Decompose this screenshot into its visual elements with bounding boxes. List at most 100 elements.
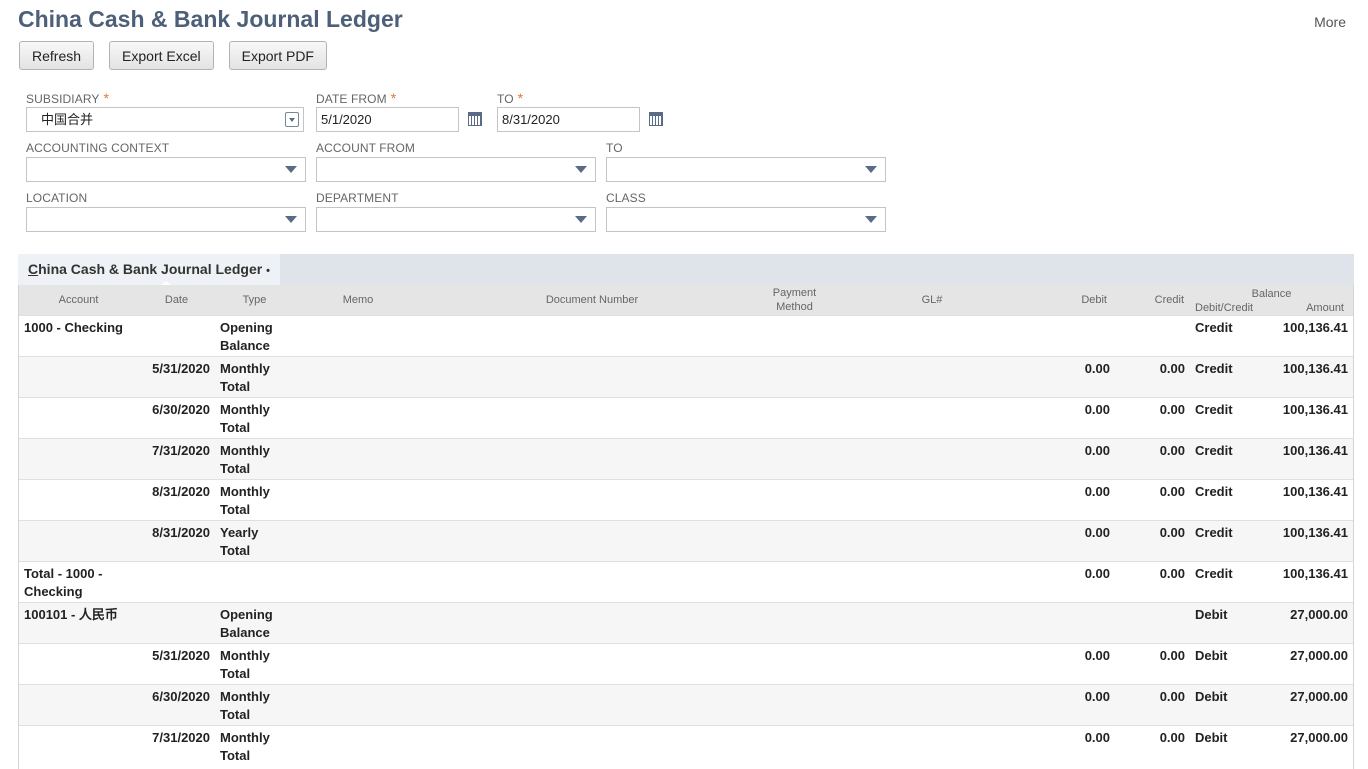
cell-debit-credit: Credit bbox=[1190, 561, 1260, 603]
cell-debit: 0.00 bbox=[1037, 438, 1115, 480]
cell-amount: 100,136.41 bbox=[1260, 356, 1353, 398]
cell-credit: 0.00 bbox=[1115, 479, 1190, 521]
table-row: 7/31/2020 Monthly Total 0.00 0.00 Debit 27,00… bbox=[19, 725, 1353, 767]
cell-document-number bbox=[422, 397, 762, 439]
accounting-context-field: ACCOUNTING CONTEXT bbox=[26, 140, 306, 182]
cell-amount: 100,136.41 bbox=[1260, 397, 1353, 439]
cell-gl bbox=[827, 684, 1037, 726]
more-link[interactable]: More bbox=[1314, 14, 1346, 30]
tab-china-cash-bank-journal-ledger[interactable]: China Cash & Bank Journal Ledger • bbox=[18, 254, 280, 285]
col-gl[interactable]: GL# bbox=[827, 285, 1037, 316]
cell-type: Opening Balance bbox=[215, 315, 294, 357]
cell-payment-method bbox=[762, 479, 827, 521]
cell-document-number bbox=[422, 520, 762, 562]
chevron-down-icon bbox=[575, 166, 587, 173]
class-field: CLASS bbox=[606, 190, 886, 232]
cell-date: 5/31/2020 bbox=[138, 643, 215, 685]
cell-amount: 100,136.41 bbox=[1260, 561, 1353, 603]
cell-account bbox=[19, 684, 138, 726]
date-to-input[interactable]: 8/31/2020 bbox=[497, 107, 640, 132]
cell-memo bbox=[294, 315, 422, 357]
col-balance: Balance Debit/Credit Amount bbox=[1190, 285, 1353, 316]
col-balance-debit-credit[interactable]: Debit/Credit bbox=[1193, 301, 1253, 315]
cell-gl bbox=[827, 479, 1037, 521]
cell-credit: 0.00 bbox=[1115, 520, 1190, 562]
date-from-input[interactable]: 5/1/2020 bbox=[316, 107, 459, 132]
cell-debit: 0.00 bbox=[1037, 561, 1115, 603]
refresh-button[interactable]: Refresh bbox=[19, 41, 95, 70]
department-label: DEPARTMENT bbox=[316, 191, 399, 205]
popup-picker-icon[interactable] bbox=[285, 112, 299, 127]
chevron-down-icon bbox=[285, 166, 297, 173]
cell-account bbox=[19, 356, 138, 398]
cell-document-number bbox=[422, 315, 762, 357]
cell-amount: 100,136.41 bbox=[1260, 520, 1353, 562]
cell-debit: 0.00 bbox=[1037, 479, 1115, 521]
subsidiary-value: 中国合并 bbox=[41, 112, 94, 127]
cell-credit bbox=[1115, 602, 1190, 644]
subsidiary-label: SUBSIDIARY * bbox=[26, 90, 110, 106]
chevron-down-icon bbox=[865, 216, 877, 223]
account-to-select[interactable] bbox=[606, 157, 886, 182]
export-pdf-button[interactable]: Export PDF bbox=[228, 41, 327, 70]
cell-payment-method bbox=[762, 315, 827, 357]
col-type[interactable]: Type bbox=[215, 285, 294, 316]
col-memo[interactable]: Memo bbox=[294, 285, 422, 316]
accounting-context-label: ACCOUNTING CONTEXT bbox=[26, 141, 170, 155]
cell-type: Monthly Total bbox=[215, 397, 294, 439]
cell-document-number bbox=[422, 643, 762, 685]
cell-debit-credit: Credit bbox=[1190, 315, 1260, 357]
cell-memo bbox=[294, 684, 422, 726]
cell-gl bbox=[827, 315, 1037, 357]
cell-payment-method bbox=[762, 684, 827, 726]
table-row: 6/30/2020 Monthly Total 0.00 0.00 Credit 100,… bbox=[19, 397, 1353, 439]
cell-debit: 0.00 bbox=[1037, 643, 1115, 685]
col-credit[interactable]: Credit bbox=[1115, 285, 1190, 316]
cell-date: 8/31/2020 bbox=[138, 479, 215, 521]
col-document-number[interactable]: Document Number bbox=[422, 285, 762, 316]
cell-debit-credit: Debit bbox=[1190, 643, 1260, 685]
cell-payment-method bbox=[762, 602, 827, 644]
date-to-calendar-icon[interactable] bbox=[649, 112, 663, 126]
col-date[interactable]: Date bbox=[138, 285, 215, 316]
cell-account: 1000 - Checking bbox=[19, 315, 138, 357]
col-balance-amount[interactable]: Amount bbox=[1306, 301, 1350, 315]
col-debit[interactable]: Debit bbox=[1037, 285, 1115, 316]
cell-type: Yearly Total bbox=[215, 520, 294, 562]
toolbar: Refresh Export Excel Export PDF bbox=[19, 41, 342, 70]
department-field: DEPARTMENT bbox=[316, 190, 596, 232]
cell-account bbox=[19, 725, 138, 767]
chevron-down-icon bbox=[575, 216, 587, 223]
export-excel-button[interactable]: Export Excel bbox=[109, 41, 214, 70]
cell-payment-method bbox=[762, 561, 827, 603]
location-select[interactable] bbox=[26, 207, 306, 232]
cell-type: Monthly Total bbox=[215, 643, 294, 685]
cell-amount: 27,000.00 bbox=[1260, 684, 1353, 726]
class-label: CLASS bbox=[606, 191, 646, 205]
table-row: Total - 1000 - Checking 0.00 0.00 Credit 100… bbox=[19, 561, 1353, 603]
cell-credit: 0.00 bbox=[1115, 643, 1190, 685]
class-select[interactable] bbox=[606, 207, 886, 232]
cell-type bbox=[215, 561, 294, 603]
col-account[interactable]: Account bbox=[19, 285, 138, 316]
department-select[interactable] bbox=[316, 207, 596, 232]
account-from-select[interactable] bbox=[316, 157, 596, 182]
cell-account bbox=[19, 438, 138, 480]
table-header-row: Account Date Type Memo Document Number P… bbox=[19, 285, 1353, 316]
date-to-label: TO * bbox=[497, 90, 524, 106]
subsidiary-input[interactable]: 中国合并 bbox=[26, 107, 304, 132]
cell-debit: 0.00 bbox=[1037, 356, 1115, 398]
cell-document-number bbox=[422, 479, 762, 521]
cell-document-number bbox=[422, 602, 762, 644]
cell-payment-method bbox=[762, 725, 827, 767]
cell-debit: 0.00 bbox=[1037, 397, 1115, 439]
cell-memo bbox=[294, 602, 422, 644]
account-to-field: TO bbox=[606, 140, 886, 182]
table-row: 100101 - 人民币 Opening Balance Debit 27,000.0… bbox=[19, 602, 1353, 644]
col-payment-method[interactable]: Payment Method bbox=[762, 285, 827, 316]
cell-date bbox=[138, 602, 215, 644]
cell-gl bbox=[827, 643, 1037, 685]
cell-gl bbox=[827, 561, 1037, 603]
accounting-context-select[interactable] bbox=[26, 157, 306, 182]
date-from-calendar-icon[interactable] bbox=[468, 112, 482, 126]
